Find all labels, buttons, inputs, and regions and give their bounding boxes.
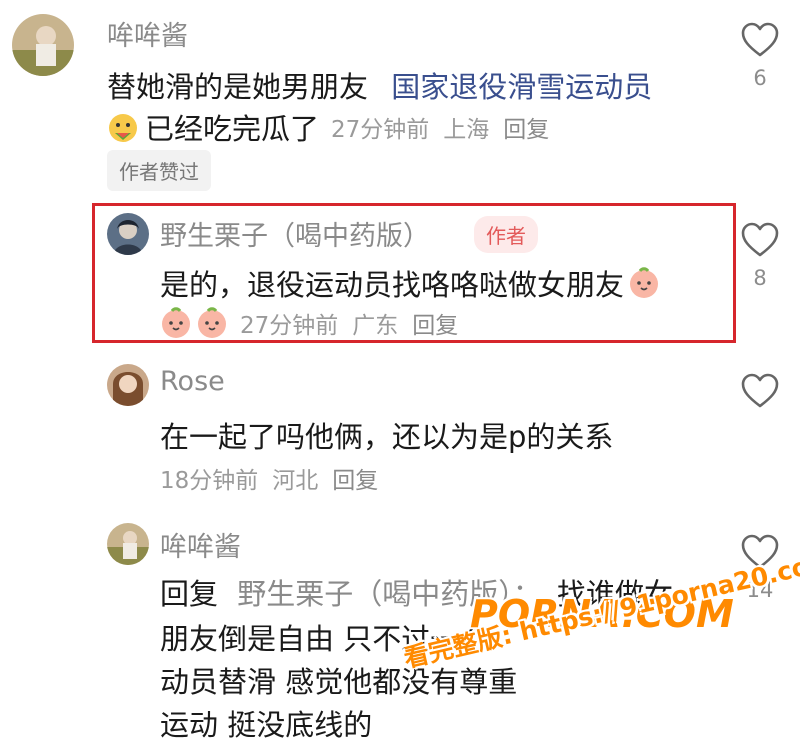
like-control[interactable]: 6 [736, 22, 784, 90]
comment-location: 河北 [272, 468, 319, 494]
comment-location: 广东 [352, 313, 399, 339]
comment-text: 已经吃完瓜了 [145, 112, 320, 146]
eating-melon-emoji-icon [109, 114, 137, 142]
comment-text: 是的，退役运动员找咯咯哒做女朋友 [160, 262, 660, 304]
avatar-photo-icon [107, 523, 149, 565]
comment-time: 27分钟前 [240, 313, 339, 339]
comment-username[interactable]: Rose [160, 366, 225, 397]
heart-icon[interactable] [741, 22, 779, 58]
like-control[interactable]: 8 [736, 222, 784, 290]
comment-time: 27分钟前 [331, 117, 430, 143]
reply-button[interactable]: 回复 [503, 117, 549, 143]
comment-text: 动员替滑 感觉他都没有尊重 [160, 665, 518, 699]
author-badge: 作者 [474, 216, 538, 253]
comment-text: 替她滑的是她男朋友 国家退役滑雪运动员 [107, 64, 652, 106]
reply-button[interactable]: 回复 [412, 313, 458, 339]
avatar-photo-icon [12, 14, 74, 76]
comment-text: 是的，退役运动员找咯咯哒做女朋友 [160, 268, 625, 302]
avatar-photo-icon [107, 364, 149, 406]
comment-line2: 已经吃完瓜了 27分钟前 上海 回复 [107, 106, 563, 148]
comment-meta: 27分钟前 上海 回复 [331, 110, 563, 144]
comment-text: 运动 挺没底线的 [160, 708, 373, 742]
comment-meta: 27分钟前 广东 回复 [240, 306, 472, 340]
reply-prefix: 回复 [160, 577, 219, 611]
author-liked-tag: 作者赞过 [107, 150, 211, 191]
heart-icon[interactable] [741, 222, 779, 258]
peach-emoji-icon [630, 267, 659, 298]
comment-meta: 18分钟前 河北 回复 [160, 461, 392, 495]
avatar[interactable] [107, 213, 149, 255]
reply-button[interactable]: 回复 [332, 468, 378, 494]
comment-link[interactable]: 国家退役滑雪运动员 [391, 70, 652, 104]
like-count: 6 [753, 66, 767, 90]
peach-emoji-icon [198, 307, 226, 338]
avatar[interactable] [107, 364, 149, 406]
comment-username[interactable]: 哞哞酱 [160, 525, 241, 564]
comment-line2: 27分钟前 广东 回复 [160, 306, 472, 340]
comment-username[interactable]: 哞哞酱 [107, 14, 188, 53]
avatar[interactable] [12, 14, 74, 76]
comment-location: 上海 [443, 117, 490, 143]
comment-text-plain: 替她滑的是她男朋友 [107, 70, 369, 104]
avatar-photo-icon [107, 213, 149, 255]
like-count: 8 [753, 266, 767, 290]
comment-time: 18分钟前 [160, 468, 259, 494]
comment-text: 在一起了吗他俩，还以为是p的关系 [160, 420, 614, 454]
heart-icon[interactable] [741, 373, 779, 409]
comment-username[interactable]: 野生栗子（喝中药版） [160, 214, 430, 253]
like-control[interactable] [736, 373, 784, 409]
peach-emoji-icon [162, 307, 190, 338]
avatar[interactable] [107, 523, 149, 565]
